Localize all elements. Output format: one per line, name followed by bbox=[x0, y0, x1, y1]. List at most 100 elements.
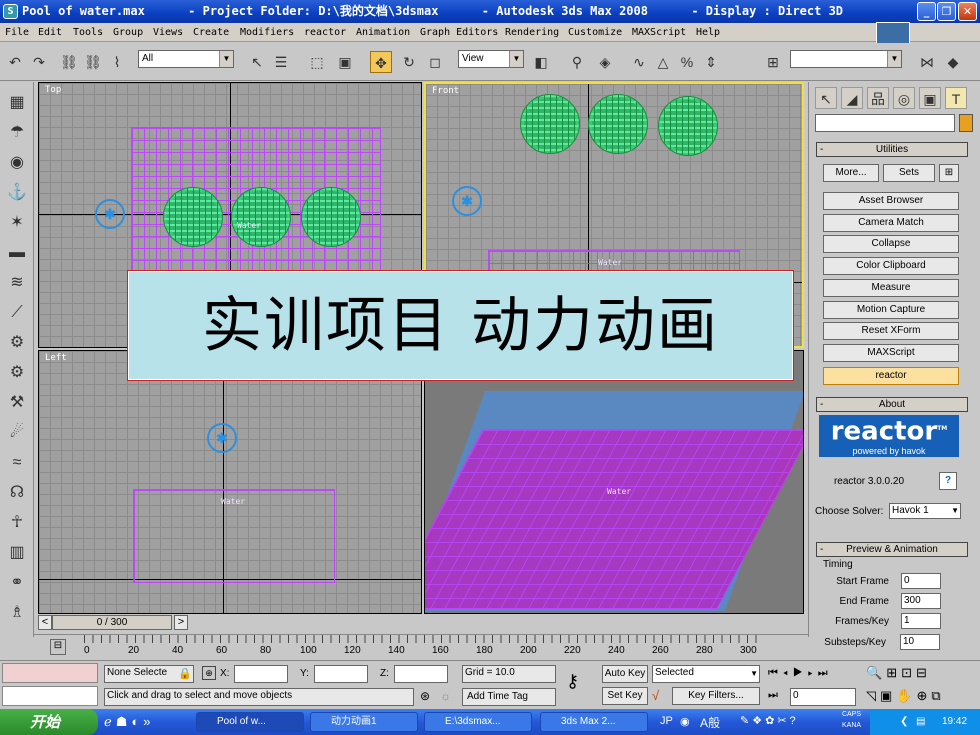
hinge-icon[interactable]: ▥ bbox=[6, 542, 28, 564]
mirror-icon[interactable]: ⋈ bbox=[916, 51, 938, 73]
maxscript-input[interactable] bbox=[2, 686, 98, 706]
next-frame-icon[interactable]: > bbox=[174, 615, 188, 630]
mini-curve-editor-icon[interactable]: ⊟ bbox=[50, 639, 66, 655]
sphere-object[interactable] bbox=[231, 187, 291, 247]
bind-space-warp-icon[interactable]: ⌇ bbox=[106, 51, 128, 73]
lock-selection-icon[interactable]: 🔒 bbox=[178, 667, 192, 680]
motion-tab-icon[interactable]: ◎ bbox=[893, 87, 915, 109]
configure-sets-icon[interactable]: ⊞ bbox=[939, 164, 959, 182]
reference-coord-select[interactable]: View ▼ bbox=[458, 50, 524, 68]
ime-tool-icon[interactable]: ✎ bbox=[740, 715, 752, 727]
menu-modifiers[interactable]: Modifiers bbox=[240, 23, 294, 42]
task-pool-of-water[interactable]: Pool of w... bbox=[196, 712, 304, 732]
minimize-button[interactable]: _ bbox=[917, 2, 936, 21]
menu-animation[interactable]: Animation bbox=[356, 23, 410, 42]
key-mode-toggle-icon[interactable]: ⏭ bbox=[768, 689, 778, 702]
water-mesh[interactable] bbox=[425, 429, 803, 609]
rope-collection-icon[interactable]: ⚓ bbox=[6, 182, 28, 204]
about-rollout[interactable]: - About bbox=[816, 397, 968, 412]
menu-rendering[interactable]: Rendering bbox=[505, 23, 559, 42]
menu-customize[interactable]: Customize bbox=[568, 23, 622, 42]
maximize-viewport-icon[interactable]: ⧉ bbox=[931, 688, 944, 703]
utilities-tab-icon[interactable]: T bbox=[945, 87, 967, 109]
help-icon[interactable]: ? bbox=[939, 472, 957, 490]
set-key-button[interactable]: Set Key bbox=[602, 687, 648, 705]
wind-icon[interactable]: ⚙ bbox=[6, 362, 28, 384]
fracture-icon[interactable]: ☄ bbox=[6, 422, 28, 444]
motion-capture-button[interactable]: Motion Capture bbox=[823, 301, 959, 319]
maxscript-button[interactable]: MAXScript bbox=[823, 344, 959, 362]
set-key-icon[interactable]: √ bbox=[652, 688, 659, 703]
percent-snap-icon[interactable]: % bbox=[676, 51, 698, 73]
ime-tool-icon[interactable]: ✿ bbox=[765, 715, 777, 727]
current-frame-field[interactable]: 0 bbox=[790, 688, 856, 706]
soft-body-collection-icon[interactable]: ◉ bbox=[6, 152, 28, 174]
select-object-icon[interactable]: ↖ bbox=[246, 51, 268, 73]
camera-match-button[interactable]: Camera Match bbox=[823, 214, 959, 232]
asset-browser-button[interactable]: Asset Browser bbox=[823, 192, 959, 210]
named-selection-select[interactable]: ▼ bbox=[790, 50, 902, 68]
ime-icon[interactable]: ◉ bbox=[680, 715, 690, 728]
key-mode-select[interactable]: Selected ▼ bbox=[652, 665, 760, 683]
next-key-icon[interactable]: ▸ bbox=[808, 667, 818, 679]
ie-icon[interactable]: ℯ bbox=[104, 714, 116, 729]
selection-lock-icon[interactable]: ⊛ bbox=[420, 689, 430, 703]
prev-key-icon[interactable]: ◂ bbox=[783, 667, 793, 679]
track-bar[interactable]: ⊟ 0 20 40 60 80 100 120 140 160 180 200 … bbox=[34, 634, 808, 660]
sets-button[interactable]: Sets bbox=[883, 164, 935, 182]
3ds-max-icon[interactable]: S bbox=[3, 4, 18, 19]
helper-icon[interactable]: ✱ bbox=[452, 186, 482, 216]
angle-snap-icon[interactable]: △ bbox=[652, 51, 674, 73]
viewport-label-top[interactable]: Top bbox=[45, 85, 61, 95]
measure-button[interactable]: Measure bbox=[823, 279, 959, 297]
pan-icon[interactable]: ✋ bbox=[896, 688, 916, 703]
language-indicator[interactable]: JP bbox=[660, 715, 673, 727]
display-tab-icon[interactable]: ▣ bbox=[919, 87, 941, 109]
ime-mode[interactable]: A般 bbox=[700, 714, 720, 731]
motor-icon[interactable]: ⚙ bbox=[6, 332, 28, 354]
keyboard-shortcut-override-icon[interactable]: ◈ bbox=[594, 51, 616, 73]
menu-maxscript[interactable]: MAXScript bbox=[632, 23, 686, 42]
viewport-perspective[interactable]: Water bbox=[424, 350, 804, 614]
sphere-object[interactable] bbox=[658, 96, 718, 156]
snaps-toggle-icon[interactable]: ∿ bbox=[628, 51, 650, 73]
zoom-all-icon[interactable]: ⊞ bbox=[886, 665, 901, 680]
sphere-object[interactable] bbox=[520, 94, 580, 154]
ime-help-icon[interactable]: ? bbox=[790, 715, 799, 727]
dashpot-icon[interactable]: ⟋ bbox=[6, 302, 28, 324]
collapse-button[interactable]: Collapse bbox=[823, 235, 959, 253]
add-time-tag-button[interactable]: Add Time Tag bbox=[462, 688, 556, 706]
select-and-scale-icon[interactable]: ◻ bbox=[424, 51, 446, 73]
cloth-collection-icon[interactable]: ☂ bbox=[6, 122, 28, 144]
auto-key-button[interactable]: Auto Key bbox=[602, 665, 648, 683]
ragdoll-icon[interactable]: ☥ bbox=[6, 512, 28, 534]
menu-tools[interactable]: Tools bbox=[73, 23, 103, 42]
menu-help[interactable]: Help bbox=[696, 23, 720, 42]
x-coordinate-field[interactable] bbox=[234, 665, 288, 683]
time-slider-thumb[interactable]: 0 / 300 bbox=[52, 615, 172, 630]
window-crossing-icon[interactable]: ▣ bbox=[334, 51, 356, 73]
menu-views[interactable]: Views bbox=[153, 23, 183, 42]
preview-animation-rollout[interactable]: - Preview & Animation bbox=[816, 542, 968, 557]
end-frame-field[interactable]: 300 bbox=[901, 593, 941, 609]
zoom-extents-icon[interactable]: ⊡ bbox=[901, 665, 916, 680]
close-button[interactable]: ✕ bbox=[958, 2, 977, 21]
zoom-extents-all-icon[interactable]: ⊟ bbox=[916, 665, 931, 680]
menu-edit[interactable]: Edit bbox=[38, 23, 62, 42]
tray-icon[interactable]: ❮ bbox=[900, 709, 908, 735]
helper-icon[interactable]: ✱ bbox=[95, 199, 125, 229]
rectangular-selection-icon[interactable]: ⬚ bbox=[306, 51, 328, 73]
reactor-button[interactable]: reactor bbox=[823, 367, 959, 385]
align-icon[interactable]: ◆ bbox=[942, 51, 964, 73]
menu-group[interactable]: Group bbox=[113, 23, 143, 42]
ime-tool-icon[interactable]: ✂ bbox=[777, 715, 789, 727]
quick-launch-icon[interactable]: ☗ bbox=[116, 714, 132, 729]
go-to-start-icon[interactable]: ⏮ bbox=[768, 667, 783, 679]
menu-file[interactable]: File bbox=[5, 23, 29, 42]
preview-animation-icon[interactable]: ♗ bbox=[6, 602, 28, 624]
select-and-rotate-icon[interactable]: ↻ bbox=[398, 51, 420, 73]
reset-xform-button[interactable]: Reset XForm bbox=[823, 322, 959, 340]
create-tab-icon[interactable]: ↖ bbox=[815, 87, 837, 109]
helper-icon[interactable]: ✱ bbox=[207, 423, 237, 453]
color-clipboard-button[interactable]: Color Clipboard bbox=[823, 257, 959, 275]
